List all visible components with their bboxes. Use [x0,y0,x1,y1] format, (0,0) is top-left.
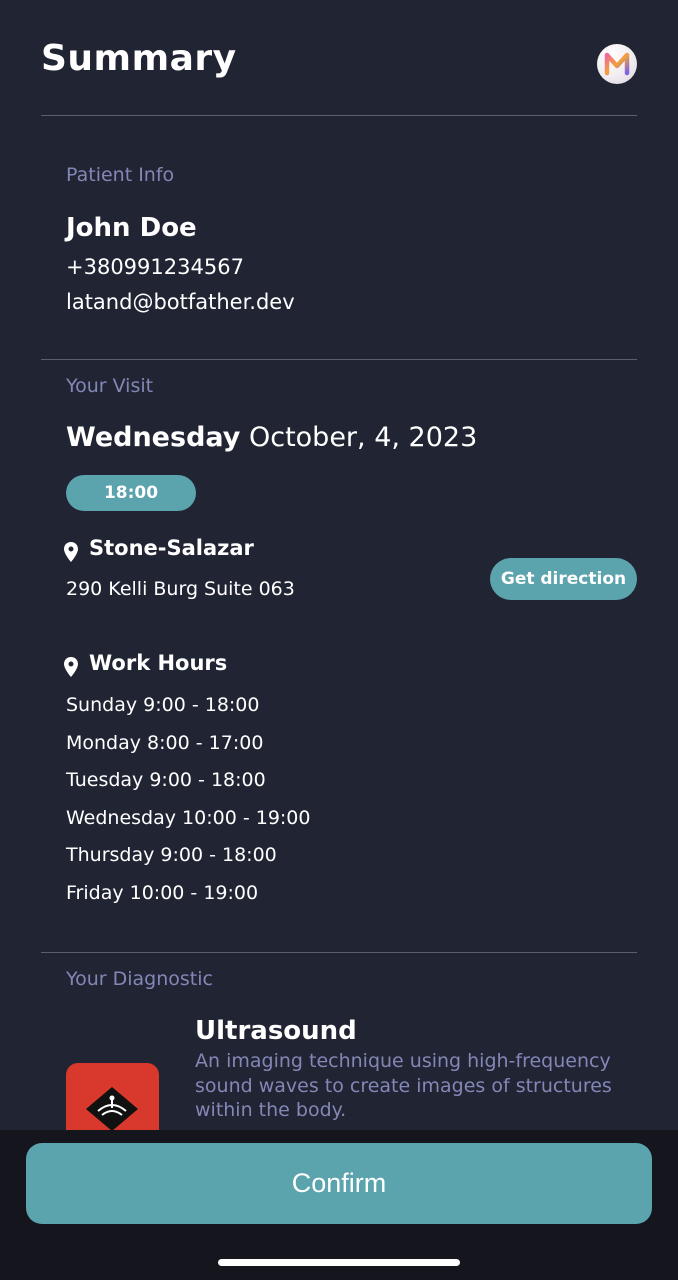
your-diagnostic-label: Your Diagnostic [66,968,213,990]
work-hours-item: Monday 8:00 - 17:00 [66,731,264,754]
work-hours-item: Friday 10:00 - 19:00 [66,881,259,904]
divider [41,952,637,953]
visit-date: Wednesday October, 4, 2023 [66,422,477,453]
diagnostic-title: Ultrasound [195,1016,357,1046]
work-hours-list: Sunday 9:00 - 18:00 Monday 8:00 - 17:00 … [66,692,311,918]
map-pin-icon [64,657,78,677]
visit-time-badge: 18:00 [66,475,196,511]
work-hours-item: Sunday 9:00 - 18:00 [66,694,260,716]
location-address: 290 Kelli Burg Suite 063 [66,578,295,600]
location-name: Stone-Salazar [89,536,254,560]
patient-name: John Doe [66,213,197,243]
visit-weekday: Wednesday [66,422,241,453]
your-visit-label: Your Visit [66,375,154,397]
divider [41,115,637,116]
home-indicator[interactable] [218,1259,460,1266]
map-pin-icon [64,542,78,562]
avatar[interactable] [597,44,637,84]
page-title: Summary [41,38,237,79]
patient-email: latand@botfather.dev [66,290,295,314]
patient-phone: +380991234567 [66,255,244,279]
get-direction-button[interactable]: Get direction [490,558,637,600]
visit-date-text: October, 4, 2023 [248,422,478,453]
avatar-logo-icon [604,52,630,76]
diagnostic-description: An imaging technique using high-frequenc… [195,1050,612,1121]
work-hours-item: Thursday 9:00 - 18:00 [66,844,277,867]
patient-info-label: Patient Info [66,164,175,186]
divider [41,359,637,360]
work-hours-item: Wednesday 10:00 - 19:00 [66,806,311,829]
confirm-button[interactable]: Confirm [26,1143,652,1224]
work-hours-title: Work Hours [89,651,228,675]
header: Summary [0,0,678,117]
work-hours-item: Tuesday 9:00 - 18:00 [66,769,266,792]
